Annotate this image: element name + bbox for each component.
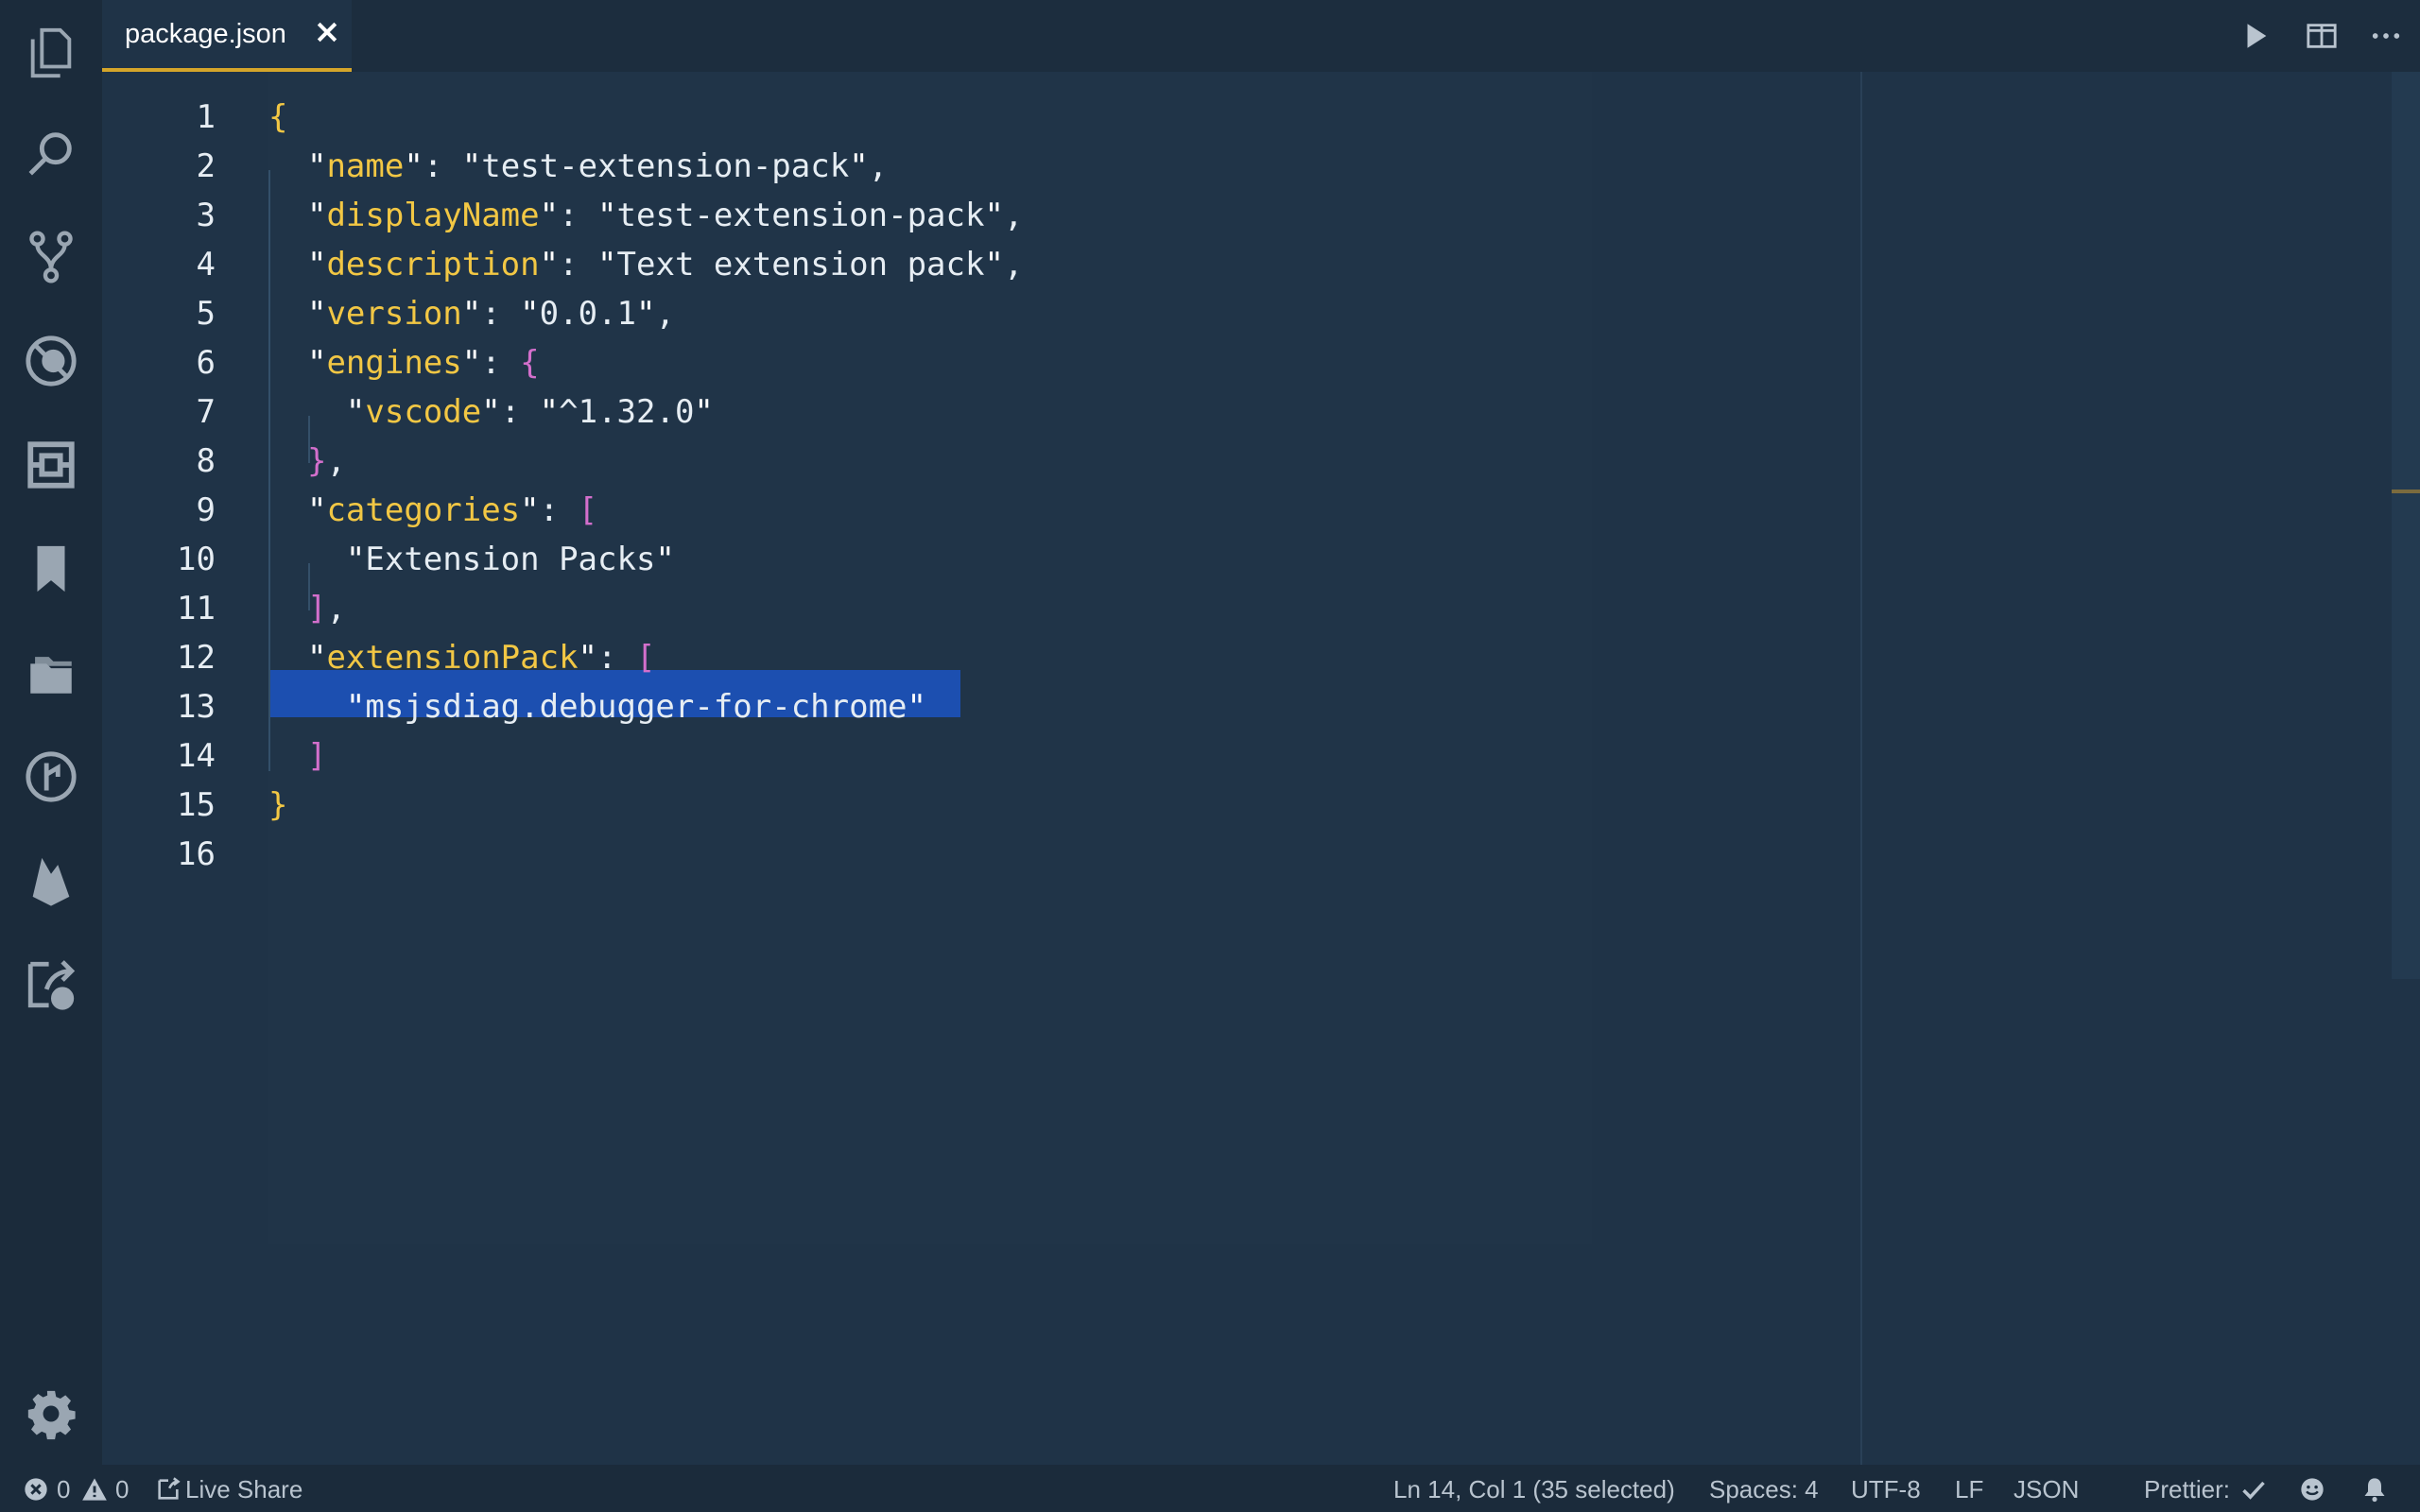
vertical-scrollbar[interactable] (2392, 72, 2420, 979)
json-string: msjsdiag.debugger-for-chrome (365, 688, 908, 726)
source-control-icon[interactable] (13, 219, 89, 295)
json-key: description (326, 246, 540, 284)
line-number: 2 (196, 147, 216, 185)
activity-bar (0, 0, 102, 1465)
feedback-smiley-icon[interactable] (2299, 1476, 2325, 1503)
line-number: 11 (177, 590, 216, 627)
code-editor[interactable]: 1 2 3 4 5 6 7 8 9 10 11 12 13 14 15 16 {… (102, 72, 2420, 1465)
json-key: version (326, 295, 462, 333)
end-of-line[interactable]: LF (1955, 1475, 1983, 1504)
code-line: { (268, 98, 288, 136)
line-number: 1 (196, 98, 216, 136)
code-line: "vscode": "^1.32.0" (345, 393, 714, 431)
code-line: ] (306, 737, 327, 775)
json-string: test-extension-pack (616, 197, 985, 234)
code-line: "name": "test-extension-pack", (306, 147, 889, 185)
json-string: Extension Packs (365, 541, 656, 578)
line-number: 15 (177, 786, 216, 824)
line-number: 12 (177, 639, 216, 677)
json-key: categories (326, 491, 521, 529)
firebase-icon[interactable] (13, 843, 89, 919)
error-count[interactable]: 0 (57, 1475, 70, 1504)
tab-label: package.json (125, 19, 286, 49)
debug-icon[interactable] (13, 323, 89, 399)
warning-icon[interactable] (81, 1476, 108, 1503)
json-key: engines (326, 344, 462, 382)
code-line: "Extension Packs" (345, 541, 675, 578)
line-number: 8 (196, 442, 216, 480)
more-actions-icon[interactable] (2363, 13, 2409, 59)
run-icon[interactable] (2233, 13, 2278, 59)
folders-icon[interactable] (13, 635, 89, 711)
status-bar: 0 0 Live Share Ln 14, Col 1 (35 selected… (0, 1465, 2420, 1512)
code-line: "engines": { (306, 344, 540, 382)
extensions-icon[interactable] (13, 427, 89, 503)
settings-gear-icon[interactable] (13, 1376, 89, 1452)
line-number: 9 (196, 491, 216, 529)
code-line: "extensionPack": [ (306, 639, 656, 677)
code-line: ], (306, 590, 346, 627)
gitlens-icon[interactable] (13, 739, 89, 815)
line-number: 5 (196, 295, 216, 333)
code-line: "msjsdiag.debugger-for-chrome" (345, 688, 927, 726)
search-icon[interactable] (13, 115, 89, 191)
notifications-bell-icon[interactable] (2361, 1476, 2388, 1503)
json-string: test-extension-pack (481, 147, 850, 185)
live-share-button[interactable]: Live Share (185, 1475, 302, 1504)
json-string: 0.0.1 (539, 295, 637, 333)
code-line: "displayName": "test-extension-pack", (306, 197, 1024, 234)
json-key: displayName (326, 197, 540, 234)
json-string: Text extension pack (616, 246, 985, 284)
encoding[interactable]: UTF-8 (1851, 1475, 1921, 1504)
json-key: name (326, 147, 405, 185)
json-key: extensionPack (326, 639, 579, 677)
live-share-icon[interactable] (13, 947, 89, 1022)
code-line: } (268, 786, 288, 824)
line-number: 14 (177, 737, 216, 775)
line-number: 7 (196, 393, 216, 431)
indentation[interactable]: Spaces: 4 (1709, 1475, 1819, 1504)
bookmark-icon[interactable] (13, 531, 89, 607)
code-line: "categories": [ (306, 491, 598, 529)
line-number: 6 (196, 344, 216, 382)
editor-ruler (1860, 72, 1862, 1465)
tab-package-json[interactable]: package.json (102, 0, 352, 72)
line-number: 13 (177, 688, 216, 726)
explorer-icon[interactable] (13, 15, 89, 91)
prettier-status[interactable]: Prettier: (2144, 1475, 2230, 1504)
warning-count[interactable]: 0 (115, 1475, 129, 1504)
code-line: "version": "0.0.1", (306, 295, 675, 333)
line-number: 16 (177, 835, 216, 873)
json-string: ^1.32.0 (559, 393, 695, 431)
line-number: 3 (196, 197, 216, 234)
tab-bar: package.json (102, 0, 2420, 74)
check-icon (2242, 1481, 2265, 1500)
error-icon[interactable] (23, 1476, 49, 1503)
line-number: 4 (196, 246, 216, 284)
code-line: "description": "Text extension pack", (306, 246, 1024, 284)
close-icon[interactable] (310, 15, 344, 49)
split-editor-icon[interactable] (2299, 13, 2344, 59)
cursor-position[interactable]: Ln 14, Col 1 (35 selected) (1393, 1475, 1675, 1504)
live-share-status-icon[interactable] (155, 1476, 182, 1503)
line-number: 10 (177, 541, 216, 578)
vscode-window: package.json 1 2 3 4 5 6 7 8 9 10 11 12 … (0, 0, 2420, 1512)
code-line: }, (306, 442, 346, 480)
json-key: vscode (365, 393, 482, 431)
scrollbar-marker (2392, 490, 2420, 493)
language-mode[interactable]: JSON (2014, 1475, 2079, 1504)
